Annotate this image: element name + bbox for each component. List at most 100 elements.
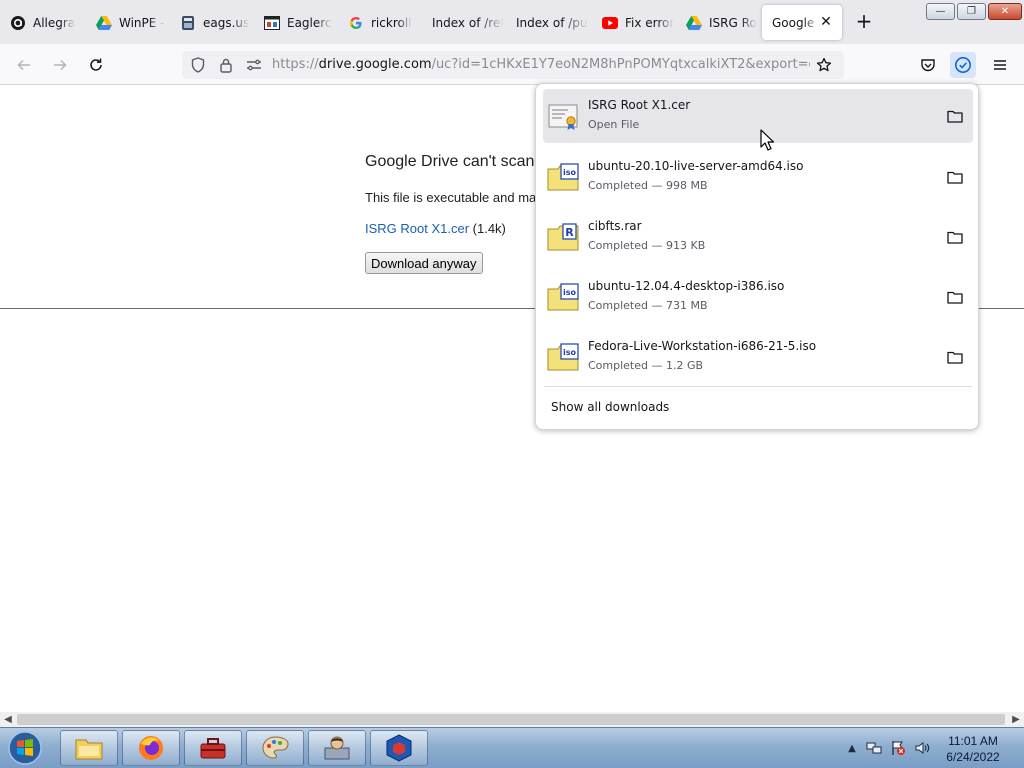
taskbar-toolbox[interactable] <box>184 730 242 766</box>
new-tab-button[interactable]: + <box>852 10 876 34</box>
close-tab-icon[interactable]: ✕ <box>818 14 834 30</box>
window-close-button[interactable]: ✕ <box>988 3 1022 20</box>
start-button[interactable] <box>5 730 45 766</box>
tab-google-drive-active[interactable]: Google D ✕ <box>762 5 842 40</box>
tab-title: Allegra <box>33 15 76 30</box>
tab-eags[interactable]: eags.us <box>170 5 252 40</box>
back-arrow-icon <box>17 59 30 71</box>
downloads-panel: ISRG Root X1.cer Open File iso ubuntu-20… <box>535 83 979 430</box>
show-in-folder-icon[interactable] <box>945 167 965 187</box>
download-complete-icon <box>955 57 971 73</box>
certificate-file-icon <box>548 104 578 130</box>
show-in-folder-icon[interactable] <box>945 347 965 367</box>
action-center-flag-icon[interactable] <box>890 740 906 756</box>
taskbar-firefox[interactable] <box>122 730 180 766</box>
lock-icon[interactable] <box>218 57 234 73</box>
tab-isrg-root[interactable]: ISRG Ro <box>676 5 758 40</box>
tab-title: Eaglerc <box>287 15 332 30</box>
hamburger-menu-icon <box>994 60 1006 70</box>
close-icon: ✕ <box>1000 6 1010 17</box>
tab-title: Fix error <box>625 15 674 30</box>
download-file-name: ubuntu-20.10-live-server-amd64.iso <box>588 159 804 173</box>
taskbar-virtualbox[interactable] <box>370 730 428 766</box>
page-title: Google Drive can't scan <box>365 153 535 170</box>
folder-icon <box>75 739 103 760</box>
address-bar[interactable]: https://drive.google.com/uc?id=1cHKxE1Y7… <box>182 51 844 79</box>
taskbar-file-explorer[interactable] <box>60 730 118 766</box>
scrollbar-thumb[interactable] <box>17 714 1005 725</box>
paint-palette-icon <box>262 736 289 759</box>
file-info: ISRG Root X1.cer (1.4k) <box>365 221 506 236</box>
panel-divider <box>544 386 972 387</box>
eaglercraft-icon <box>264 15 280 31</box>
rar-file-icon: R <box>547 223 579 251</box>
back-button[interactable] <box>11 52 37 78</box>
system-clock[interactable]: 11:01 AM 6/24/2022 <box>936 733 1010 765</box>
maximize-button[interactable]: ❐ <box>957 3 986 20</box>
horizontal-scrollbar[interactable]: ◀ ▶ <box>0 712 1024 727</box>
tab-title: Google D <box>772 15 820 30</box>
download-item[interactable]: iso ubuntu-20.10-live-server-amd64.iso C… <box>543 150 973 204</box>
download-item[interactable]: iso ubuntu-12.04.4-desktop-i386.iso Comp… <box>543 270 973 324</box>
scroll-right-icon[interactable]: ▶ <box>1008 712 1024 727</box>
download-anyway-button[interactable]: Download anyway <box>365 252 483 274</box>
download-file-name: cibfts.rar <box>588 219 642 233</box>
tab-eaglercraft[interactable]: Eaglerc <box>254 5 336 40</box>
forward-arrow-icon <box>54 59 67 71</box>
download-status: Open File <box>588 118 640 131</box>
show-in-folder-icon[interactable] <box>945 227 965 247</box>
taskbar-paint[interactable] <box>246 730 304 766</box>
tab-title: Index of /pu <box>516 15 588 30</box>
google-icon <box>348 15 364 31</box>
iso-file-icon: iso <box>547 343 579 371</box>
pocket-button[interactable] <box>915 52 941 78</box>
download-item[interactable]: R cibfts.rar Completed — 913 KB <box>543 210 973 264</box>
allegra-icon <box>10 15 26 31</box>
tracking-protection-shield-icon[interactable] <box>190 57 206 73</box>
reload-button[interactable] <box>83 52 109 78</box>
forward-button[interactable] <box>47 52 73 78</box>
download-item[interactable]: ISRG Root X1.cer Open File <box>543 89 973 143</box>
taskbar-user-manager[interactable] <box>308 730 366 766</box>
tab-title: rickroll <box>371 15 412 30</box>
show-in-folder-icon[interactable] <box>945 287 965 307</box>
tab-title: eags.us <box>203 15 250 30</box>
network-icon[interactable] <box>866 740 882 756</box>
svg-text:iso: iso <box>563 168 577 177</box>
tab-winpe[interactable]: WinPE - <box>86 5 168 40</box>
clock-date: 6/24/2022 <box>946 750 1000 764</box>
download-file-name: ubuntu-12.04.4-desktop-i386.iso <box>588 279 785 293</box>
tab-index-pub[interactable]: Index of /pu <box>506 5 588 40</box>
tab-title: Index of /rel <box>432 15 504 30</box>
tab-allegra[interactable]: Allegra <box>0 5 84 40</box>
url-text[interactable]: https://drive.google.com/uc?id=1cHKxE1Y7… <box>272 57 810 73</box>
url-host: drive.google.com <box>318 57 432 72</box>
file-size: (1.4k) <box>469 221 506 236</box>
bookmark-star-icon[interactable] <box>816 57 832 73</box>
pocket-icon <box>921 59 935 72</box>
minimize-button[interactable]: — <box>926 3 955 20</box>
downloads-button[interactable] <box>950 52 976 78</box>
site-permissions-icon[interactable] <box>246 57 262 73</box>
tab-fix-error[interactable]: Fix error <box>592 5 674 40</box>
tab-title: WinPE - <box>119 15 165 30</box>
show-in-folder-icon[interactable] <box>945 106 965 126</box>
download-item[interactable]: iso Fedora-Live-Workstation-i686-21-5.is… <box>543 330 973 384</box>
show-hidden-icons-icon[interactable]: ▲ <box>844 740 860 756</box>
download-status: Completed — 1.2 GB <box>588 359 704 372</box>
svg-text:iso: iso <box>563 348 577 357</box>
warning-message: This file is executable and ma <box>365 190 537 205</box>
scroll-left-icon[interactable]: ◀ <box>0 712 16 727</box>
volume-icon[interactable] <box>914 740 930 756</box>
url-scheme: https:// <box>272 57 319 72</box>
tab-index-rel[interactable]: Index of /rel <box>422 5 504 40</box>
reload-icon <box>90 58 102 71</box>
svg-text:iso: iso <box>563 288 577 297</box>
app-menu-button[interactable] <box>987 52 1013 78</box>
show-all-downloads-button[interactable]: Show all downloads <box>551 400 669 414</box>
file-link[interactable]: ISRG Root X1.cer <box>365 221 469 236</box>
user-computer-icon <box>324 736 350 760</box>
download-file-name: ISRG Root X1.cer <box>588 98 691 112</box>
tab-rickroll[interactable]: rickroll <box>338 5 420 40</box>
iso-file-icon: iso <box>547 283 579 311</box>
